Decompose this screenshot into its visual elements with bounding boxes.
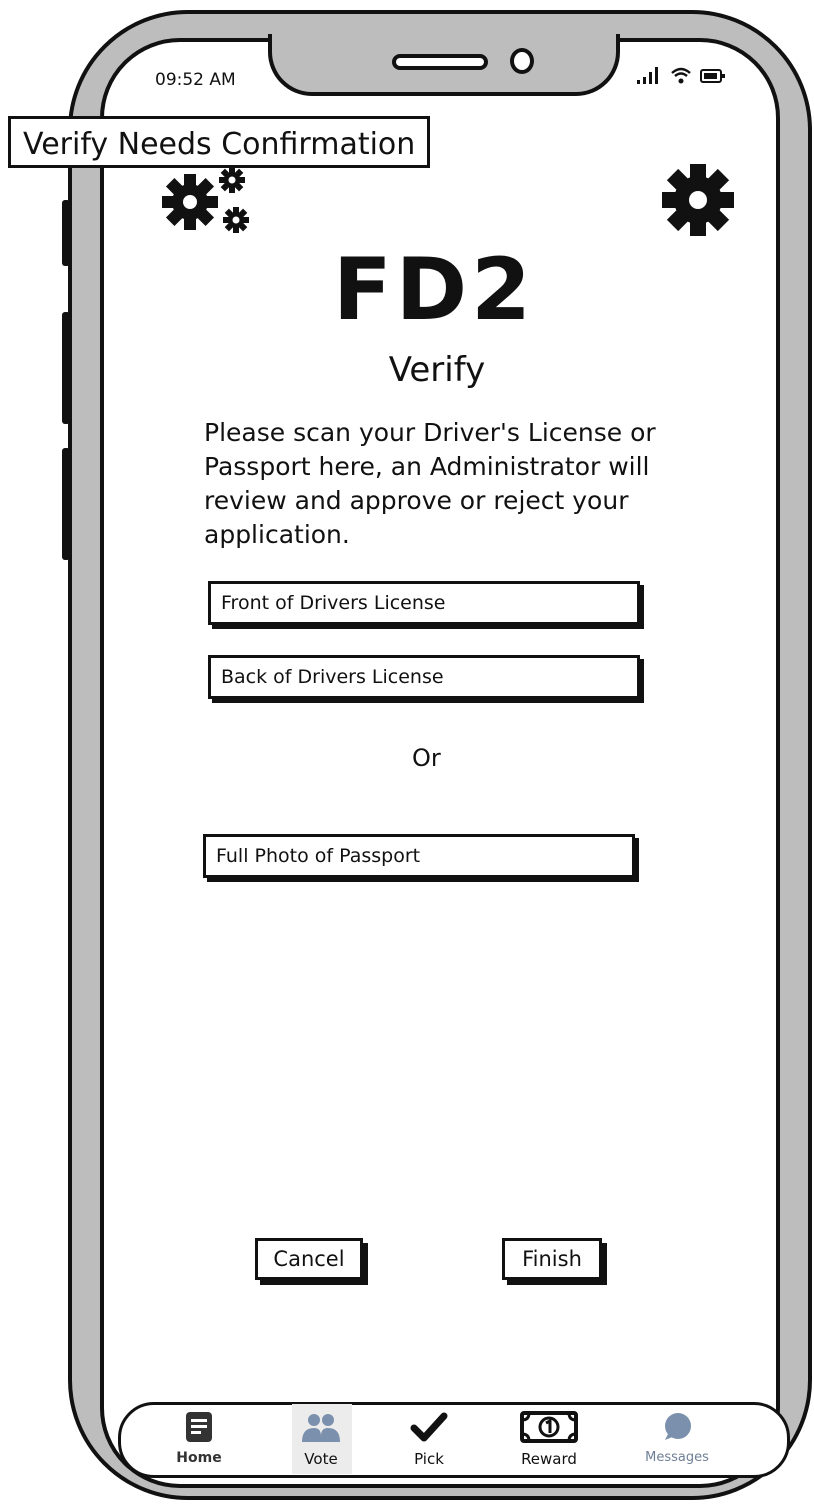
status-icons	[636, 66, 726, 84]
dollar-bill-icon	[520, 1411, 578, 1443]
verify-banner: Verify Needs Confirmation	[8, 116, 431, 168]
signal-icon	[637, 67, 658, 84]
passport-field[interactable]: Full Photo of Passport	[203, 834, 635, 878]
side-button-volume-down	[62, 448, 70, 560]
nav-reward-label: Reward	[521, 1450, 577, 1468]
nav-messages-label: Messages	[645, 1450, 709, 1465]
chat-bubble-icon	[665, 1413, 691, 1440]
battery-icon	[700, 69, 725, 83]
page-title: Verify	[388, 350, 486, 390]
nav-reward[interactable]: Reward	[504, 1410, 594, 1468]
nav-home[interactable]: Home	[154, 1410, 244, 1466]
app-logo: FD2	[333, 240, 535, 340]
nav-vote-label: Vote	[304, 1450, 338, 1468]
cancel-button[interactable]: Cancel	[255, 1238, 363, 1280]
speaker-icon	[392, 54, 488, 70]
nav-vote[interactable]: Vote	[276, 1410, 366, 1468]
document-icon	[186, 1412, 212, 1442]
finish-button[interactable]: Finish	[502, 1238, 602, 1280]
checkmark-icon	[410, 1412, 448, 1442]
status-time: 09:52 AM	[155, 70, 236, 90]
gear-icon[interactable]	[660, 160, 736, 240]
people-icon	[302, 1414, 340, 1442]
nav-messages[interactable]: Messages	[632, 1410, 722, 1465]
wifi-icon	[671, 67, 691, 84]
or-separator: Or	[412, 744, 441, 772]
front-license-field[interactable]: Front of Drivers License	[208, 581, 640, 625]
instructions-text: Please scan your Driver's License or Pas…	[204, 418, 656, 549]
nav-pick-label: Pick	[414, 1450, 444, 1468]
gears-icon[interactable]	[162, 166, 262, 236]
nav-pick[interactable]: Pick	[384, 1410, 474, 1468]
camera-icon	[510, 48, 534, 74]
back-license-field[interactable]: Back of Drivers License	[208, 655, 640, 699]
nav-home-label: Home	[176, 1450, 222, 1466]
